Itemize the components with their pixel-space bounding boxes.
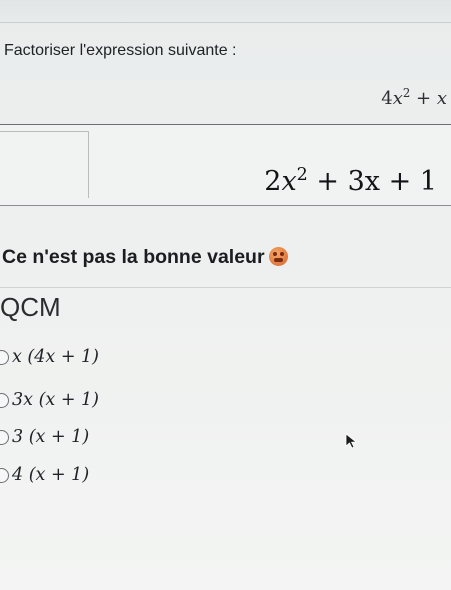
qcm-option-3[interactable]: 3 (x + 1)	[0, 425, 89, 449]
question-prompt: Factoriser l'expression suivante :	[4, 42, 237, 59]
feedback-text: Ce n'est pas la bonne valeur	[2, 246, 265, 268]
expression-variable: x	[392, 88, 403, 109]
radio-button-icon[interactable]	[0, 467, 9, 483]
sad-face-emoji-icon	[268, 247, 288, 266]
qcm-option-label: 3x (x + 1)	[12, 390, 100, 410]
expression-operator: +	[410, 88, 437, 109]
qcm-option-label: 3 (x + 1)	[12, 427, 90, 447]
qcm-title: QCM	[0, 292, 61, 322]
qcm-option-1[interactable]: x (4x + 1)	[0, 345, 99, 369]
top-bar	[0, 0, 451, 23]
answer-variable: x	[281, 166, 297, 197]
qcm-option-4[interactable]: 4 (x + 1)	[0, 463, 89, 487]
mouse-cursor-icon	[345, 433, 358, 449]
radio-button-icon[interactable]	[0, 349, 9, 365]
question-expression: 4x2 + x	[300, 86, 447, 109]
divider	[0, 287, 451, 288]
expression-variable-2: x	[436, 88, 447, 109]
answer-coefficient: 2	[264, 166, 282, 197]
expression-coefficient: 4	[381, 88, 393, 109]
answer-rest: + 3x + 1	[307, 166, 437, 197]
radio-button-icon[interactable]	[0, 392, 9, 408]
radio-button-icon[interactable]	[0, 429, 9, 445]
feedback-message: Ce n'est pas la bonne valeur	[2, 246, 288, 269]
qcm-option-label: x (4x + 1)	[12, 347, 100, 367]
answer-value: 2x2 + 3x + 1	[264, 165, 437, 197]
answer-exponent: 2	[296, 165, 308, 185]
qcm-option-2[interactable]: 3x (x + 1)	[0, 388, 99, 412]
qcm-option-label: 4 (x + 1)	[12, 465, 90, 485]
